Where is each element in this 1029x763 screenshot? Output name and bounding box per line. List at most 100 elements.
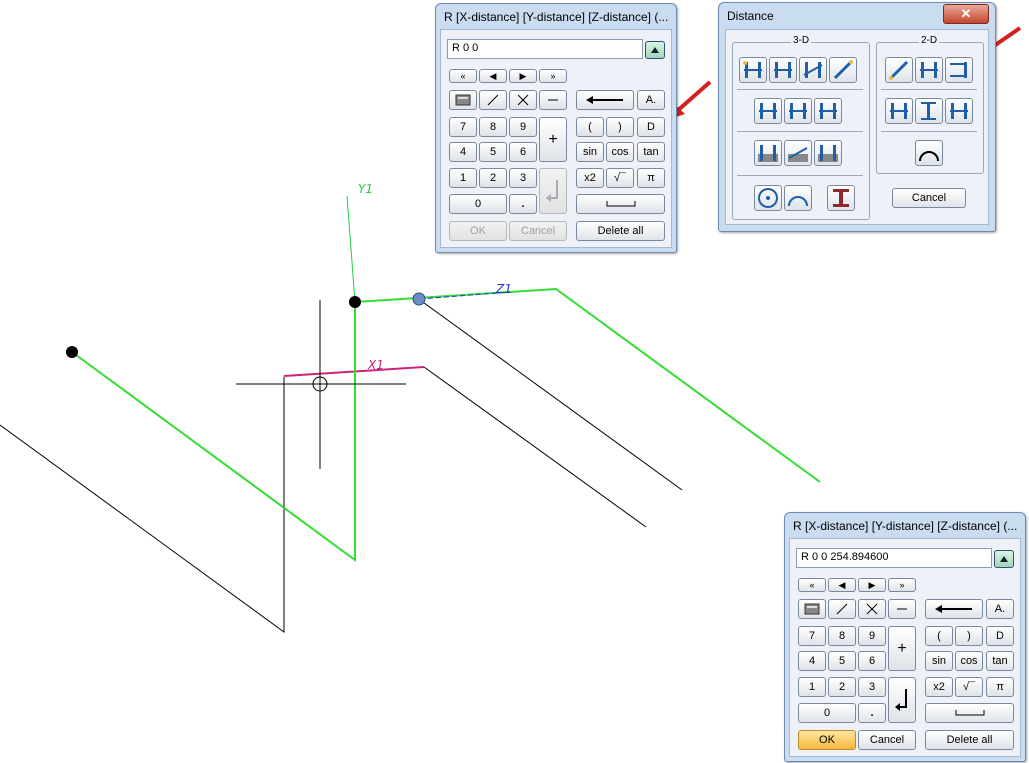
distance-surface-parallel-button[interactable] bbox=[814, 140, 842, 166]
distance-cancel-button[interactable]: Cancel bbox=[892, 188, 966, 208]
left-paren-button[interactable]: ( bbox=[576, 117, 604, 137]
cancel-button[interactable]: Cancel bbox=[858, 730, 916, 750]
expression-input[interactable]: R 0 0 bbox=[447, 39, 643, 59]
cos-button[interactable]: cos bbox=[606, 142, 634, 162]
nav-next-button[interactable]: ▶ bbox=[509, 69, 537, 83]
key-2-button[interactable]: 2 bbox=[479, 168, 507, 188]
multiply-button[interactable] bbox=[858, 599, 886, 619]
key-7-button[interactable]: 7 bbox=[449, 117, 477, 137]
key-0-button[interactable]: 0 bbox=[449, 194, 507, 214]
distance-x-button[interactable] bbox=[754, 98, 782, 124]
key-1-button[interactable]: 1 bbox=[449, 168, 477, 188]
distance-2d-edge-button[interactable] bbox=[945, 57, 973, 83]
distance-parallel-button[interactable] bbox=[769, 57, 797, 83]
space-button[interactable] bbox=[925, 703, 1014, 723]
multiply-button[interactable] bbox=[509, 90, 537, 110]
key-d-button[interactable]: D bbox=[986, 626, 1014, 646]
pi-button[interactable]: π bbox=[986, 677, 1014, 697]
square-button[interactable]: x2 bbox=[925, 677, 953, 697]
close-button[interactable]: ✕ bbox=[943, 4, 989, 24]
key-2-button[interactable]: 2 bbox=[828, 677, 856, 697]
calculator-icon-button[interactable] bbox=[798, 599, 826, 619]
distance-diagonal-button[interactable] bbox=[829, 57, 857, 83]
calculator-dialog-top: R [X-distance] [Y-distance] [Z-distance]… bbox=[435, 3, 677, 253]
key-5-button[interactable]: 5 bbox=[828, 651, 856, 671]
backspace-button[interactable] bbox=[576, 90, 634, 110]
history-up-button[interactable] bbox=[645, 41, 665, 59]
decimal-button[interactable]: . bbox=[858, 703, 886, 723]
key-a-button[interactable]: A. bbox=[986, 599, 1014, 619]
key-8-button[interactable]: 8 bbox=[828, 626, 856, 646]
expression-input[interactable]: R 0 0 254.894600 bbox=[796, 548, 992, 568]
key-3-button[interactable]: 3 bbox=[509, 168, 537, 188]
decimal-button[interactable]: . bbox=[509, 194, 537, 214]
distance-2d-offset-button[interactable] bbox=[945, 98, 973, 124]
right-paren-button[interactable]: ) bbox=[606, 117, 634, 137]
sin-button[interactable]: sin bbox=[576, 142, 604, 162]
nav-last-button[interactable]: » bbox=[539, 69, 567, 83]
nav-prev-button[interactable]: ◀ bbox=[479, 69, 507, 83]
enter-button[interactable] bbox=[539, 168, 567, 214]
tan-button[interactable]: tan bbox=[986, 651, 1014, 671]
delete-all-button[interactable]: Delete all bbox=[576, 221, 665, 241]
key-d-button[interactable]: D bbox=[637, 117, 665, 137]
distance-surface-angled-button[interactable] bbox=[784, 140, 812, 166]
distance-z-button[interactable] bbox=[814, 98, 842, 124]
slash-button[interactable] bbox=[479, 90, 507, 110]
key-4-button[interactable]: 4 bbox=[798, 651, 826, 671]
key-0-button[interactable]: 0 bbox=[798, 703, 856, 723]
plus-button[interactable]: + bbox=[539, 117, 567, 162]
cos-button[interactable]: cos bbox=[955, 651, 983, 671]
nav-last-button[interactable]: » bbox=[888, 578, 916, 592]
sqrt-button[interactable]: √¯ bbox=[955, 677, 983, 697]
distance-3d-button[interactable] bbox=[739, 57, 767, 83]
nav-prev-button[interactable]: ◀ bbox=[828, 578, 856, 592]
cancel-button[interactable]: Cancel bbox=[509, 221, 567, 241]
key-6-button[interactable]: 6 bbox=[858, 651, 886, 671]
distance-2d-horizontal-button[interactable] bbox=[885, 98, 913, 124]
key-8-button[interactable]: 8 bbox=[479, 117, 507, 137]
sin-button[interactable]: sin bbox=[925, 651, 953, 671]
delete-all-button[interactable]: Delete all bbox=[925, 730, 1014, 750]
distance-angled-button[interactable] bbox=[799, 57, 827, 83]
ok-button[interactable]: OK bbox=[449, 221, 507, 241]
key-7-button[interactable]: 7 bbox=[798, 626, 826, 646]
distance-surface-button[interactable] bbox=[754, 140, 782, 166]
minus-button[interactable] bbox=[539, 90, 567, 110]
distance-arc-button[interactable] bbox=[784, 185, 812, 211]
distance-2d-arc-button[interactable] bbox=[915, 140, 943, 166]
key-4-button[interactable]: 4 bbox=[449, 142, 477, 162]
calculator-icon-button[interactable] bbox=[449, 90, 477, 110]
minus-button[interactable] bbox=[888, 599, 916, 619]
key-6-button[interactable]: 6 bbox=[509, 142, 537, 162]
nav-first-button[interactable]: « bbox=[798, 578, 826, 592]
left-paren-button[interactable]: ( bbox=[925, 626, 953, 646]
right-paren-button[interactable]: ) bbox=[955, 626, 983, 646]
nav-next-button[interactable]: ▶ bbox=[858, 578, 886, 592]
distance-2d-vertical-button[interactable] bbox=[915, 98, 943, 124]
ok-button[interactable]: OK bbox=[798, 730, 856, 750]
history-up-button[interactable] bbox=[994, 550, 1014, 568]
pi-button[interactable]: π bbox=[637, 168, 665, 188]
nav-first-button[interactable]: « bbox=[449, 69, 477, 83]
square-button[interactable]: x2 bbox=[576, 168, 604, 188]
sqrt-button[interactable]: √¯ bbox=[606, 168, 634, 188]
distance-beam-button[interactable] bbox=[827, 185, 855, 211]
space-button[interactable] bbox=[576, 194, 665, 214]
backspace-button[interactable] bbox=[925, 599, 983, 619]
key-9-button[interactable]: 9 bbox=[509, 117, 537, 137]
plus-button[interactable]: + bbox=[888, 626, 916, 671]
distance-2d-diagonal-button[interactable] bbox=[885, 57, 913, 83]
key-1-button[interactable]: 1 bbox=[798, 677, 826, 697]
distance-circle-button[interactable] bbox=[754, 185, 782, 211]
distance-2d-parallel-button[interactable] bbox=[915, 57, 943, 83]
slash-button[interactable] bbox=[828, 599, 856, 619]
key-5-button[interactable]: 5 bbox=[479, 142, 507, 162]
key-9-button[interactable]: 9 bbox=[858, 626, 886, 646]
tan-button[interactable]: tan bbox=[637, 142, 665, 162]
distance-2d-edge-icon bbox=[950, 62, 967, 78]
key-3-button[interactable]: 3 bbox=[858, 677, 886, 697]
key-a-button[interactable]: A. bbox=[637, 90, 665, 110]
enter-button[interactable] bbox=[888, 677, 916, 723]
distance-y-button[interactable] bbox=[784, 98, 812, 124]
